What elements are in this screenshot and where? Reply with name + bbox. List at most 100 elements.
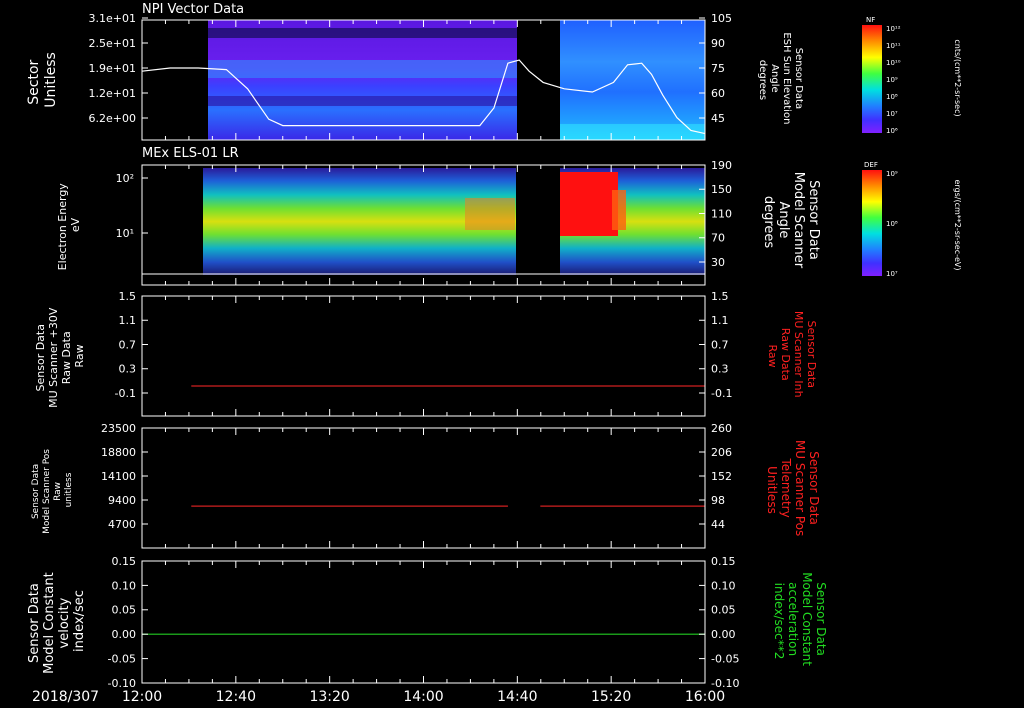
els-colorbar-units: ergs/(cm**2-sr-sec-eV) [953,179,962,270]
npi-colorbar-ticks: 10¹² 10¹¹ 10¹⁰ 10⁹ 10⁸ 10⁷ 10⁶ [886,25,901,135]
p5-left-tick-label: -0.05 [108,652,136,665]
time-tick-label: 14:40 [497,689,537,705]
p5-right-tick-label: 0.05 [711,604,736,617]
els-colorbar-tick-label: 10⁸ [886,220,898,228]
panel-model-constant: 0.15 0.10 0.05 0.00 -0.05 -0.10 0.15 0.10 0.05 0… [27,555,828,690]
p4-right-ticks: 260 206 152 98 44 [699,422,732,531]
npi-right-tick-label: 60 [711,87,725,100]
p4-left-tick-label: 4700 [108,518,136,531]
p3-left-tick-label: -0.1 [115,387,136,400]
npi-right-tick-label: 45 [711,112,725,125]
p3-left-tick-label: 1.1 [119,314,137,327]
npi-colorbar-tick-label: 10⁸ [886,93,898,101]
panel-mu-scanner-raw: 1.5 1.1 0.7 0.3 -0.1 1.5 1.1 0.7 0.3 -0.1 Sensor… [34,290,818,417]
npi-block-b [560,20,705,140]
els-right-tick-label: 70 [711,232,725,245]
npi-block-a-mid [208,60,517,78]
npi-left-tick-label: 1.2e+01 [89,87,136,100]
time-tick-label: 12:00 [122,689,162,705]
els-block-b-hot [560,172,618,236]
els-block-a-hot [465,198,515,230]
p5-left-tick-label: 0.05 [112,604,137,617]
p4-left-label: Sensor Data Model Scanner Pos Raw unitle… [31,446,74,534]
p5-left-tick-label: 0.10 [112,579,137,592]
npi-title: NPI Vector Data [142,2,244,17]
els-right-tick-label: 150 [711,183,732,196]
npi-colorbar-units: cnts/(cm**2-sr-sec) [953,39,962,116]
els-left-label: Electron Energy eV [56,180,82,271]
p5-right-tick-label: 0.15 [711,555,736,568]
npi-right-tick-label: 75 [711,62,725,75]
els-right-tick-label: 190 [711,159,732,172]
p3-right-label: Sensor Data MU Scanner Inh Raw Data Raw [766,311,818,401]
p5-right-tick-label: -0.10 [711,677,739,690]
npi-left-tick-label: 2.5e+01 [89,37,136,50]
p5-frame [141,560,706,684]
p4-left-tick-label: 18800 [101,446,136,459]
p4-left-ticks: 23500 18800 14100 9400 4700 [101,422,148,531]
p5-right-tick-label: 0.00 [711,628,736,641]
els-title: MEx ELS-01 LR [142,146,239,161]
date-label: 2018/307 [32,689,99,705]
p3-right-tick-label: -0.1 [711,387,732,400]
p4-left-tick-label: 14100 [101,470,136,483]
npi-colorbar-title: NF [866,16,875,24]
npi-left-tick-label: 3.1e+01 [89,12,136,25]
p5-right-label: Sensor Data Model Constant acceleration … [772,572,828,670]
p3-left-tick-label: 1.5 [119,290,137,303]
npi-heatmap [208,20,705,140]
npi-right-tick-label: 105 [711,12,732,25]
time-tick-label: 16:00 [685,689,725,705]
p3-right-tick-label: 0.3 [711,363,729,376]
els-block-b-hot-edge [612,190,626,230]
els-right-tick-label: 110 [711,207,732,220]
time-axis-labels: 12:00 12:40 13:20 14:00 14:40 15:20 16:00 [122,689,725,705]
p4-frame [141,427,706,549]
p3-left-tick-label: 0.3 [119,363,137,376]
p3-left-tick-label: 0.7 [119,338,137,351]
npi-left-tick-label: 1.9e+01 [89,62,136,75]
p3-left-ticks: 1.5 1.1 0.7 0.3 -0.1 [115,290,148,400]
npi-colorbar-tick-label: 10⁷ [886,110,898,118]
npi-colorbar-tick-label: 10⁹ [886,76,898,84]
panel-els: MEx ELS-01 LR 10² 10¹ 190 150 110 70 30 Elect… [56,146,962,286]
p5-right-tick-label: -0.05 [711,652,739,665]
time-tick-label: 13:20 [309,689,349,705]
els-left-ticks: 10² 10¹ [116,172,148,240]
npi-right-tick-label: 90 [711,37,725,50]
els-colorbar-tick-label: 10⁹ [886,170,898,178]
els-left-tick-label: 10² [116,172,134,185]
p5-left-tick-label: -0.10 [108,677,136,690]
els-colorbar-title: DEF [864,161,878,169]
els-heatmap [203,168,705,275]
npi-left-tick-label: 6.2e+00 [89,112,136,125]
p4-left-tick-label: 9400 [108,494,136,507]
npi-colorbar-tick-label: 10¹¹ [886,42,901,50]
time-tick-label: 14:00 [403,689,443,705]
p3-right-tick-label: 1.1 [711,314,729,327]
p3-frame [141,295,706,417]
p3-right-tick-label: 0.7 [711,338,729,351]
p3-right-tick-label: 1.5 [711,290,729,303]
els-colorbar-ticks: 10⁹ 10⁸ 10⁷ [886,170,898,278]
npi-colorbar-tick-label: 10⁶ [886,127,898,135]
p3-right-ticks: 1.5 1.1 0.7 0.3 -0.1 [699,290,732,400]
p4-right-tick-label: 260 [711,422,732,435]
els-colorbar-scale [862,170,882,276]
npi-right-label: Sensor Data ESH Sun Elevation Angle degr… [757,32,804,127]
npi-colorbar-scale [862,25,882,133]
multi-panel-plot: NPI Vector Data 3.1e+01 2.5e+01 1.9e+01 1.2… [26,2,962,705]
npi-colorbar-tick-label: 10¹⁰ [886,59,901,67]
panel-scanner-pos: 23500 18800 14100 9400 4700 260 206 152 98 44 Se… [31,422,821,549]
els-colorbar: DEF 10⁹ 10⁸ 10⁷ ergs/(cm**2-sr-sec-eV) [862,161,962,278]
p4-left-tick-label: 23500 [101,422,136,435]
els-colorbar-tick-label: 10⁷ [886,270,898,278]
npi-colorbar: NF 10¹² 10¹¹ 10¹⁰ 10⁹ 10⁸ 10⁷ 10⁶ cnts/(cm**2-… [862,16,962,135]
els-left-tick-label: 10¹ [116,227,134,240]
p5-left-label: Sensor Data Model Constant velocity inde… [27,568,87,674]
p5-right-tick-label: 0.10 [711,579,736,592]
p3-left-label: Sensor Data MU Scanner +30V Raw Data Raw [34,304,86,408]
npi-left-label: Sector Unitless [26,52,59,108]
time-tick-label: 12:40 [216,689,256,705]
p4-right-tick-label: 206 [711,446,732,459]
